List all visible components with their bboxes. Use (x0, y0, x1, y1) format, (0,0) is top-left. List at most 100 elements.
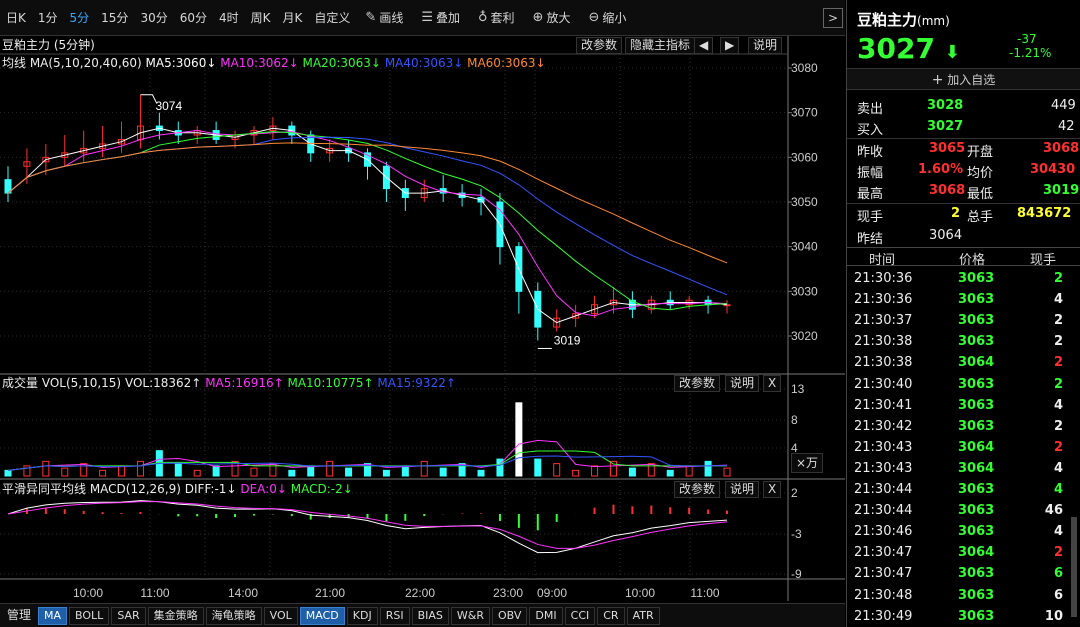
indicator-wr-tab[interactable]: W&R (450, 606, 491, 625)
indicator-macd-tab[interactable]: MACD (299, 606, 345, 625)
volume-bar (4, 469, 12, 477)
volume-bar (666, 469, 674, 477)
volume-bar (515, 402, 523, 477)
tick-time: 21:30:43 (854, 439, 913, 455)
overlay-button[interactable]: ☰ 叠加 (412, 0, 469, 36)
main-help-button[interactable]: 说明 (748, 37, 783, 54)
indicator-cr-tab[interactable]: CR (597, 606, 625, 625)
indicator-dmi-tab[interactable]: DMI (529, 606, 563, 625)
high-label: 3074 (155, 99, 182, 113)
period-5min[interactable]: 5分 (64, 0, 96, 36)
vol-params-button[interactable]: 改参数 (674, 375, 721, 392)
tick-price: 3064 (958, 460, 995, 476)
quote-row: 昨结 3064 (847, 226, 1080, 247)
period-1min[interactable]: 1分 (32, 0, 64, 36)
period-month[interactable]: 月K (277, 0, 309, 36)
indicator-kdj-tab[interactable]: KDJ (346, 606, 378, 625)
period-15min[interactable]: 15分 (95, 0, 134, 36)
chart-area[interactable]: 3080 3070 3060 3050 3040 3030 3020 3074 3019 13 8 4… (0, 36, 845, 601)
main-params-button[interactable]: 改参数 (576, 37, 623, 54)
indicator-ma-tab[interactable]: MA (38, 606, 68, 625)
draw-line-button[interactable]: ✎ 画线 (356, 0, 412, 36)
indicator-bias-tab[interactable]: BIAS (411, 606, 449, 625)
quote-amp-label: 振幅 (857, 166, 884, 181)
tick-time: 21:30:38 (854, 355, 913, 371)
tick-price: 3063 (958, 271, 995, 286)
ticks-header-time: 时间 (869, 253, 896, 268)
indicator-obv-tab[interactable]: OBV (492, 606, 528, 625)
arbitrage-button[interactable]: ♁ 套利 (469, 0, 524, 36)
quote-divider (847, 203, 1080, 204)
volume-bar (439, 467, 447, 477)
vol-close-button[interactable]: X (763, 375, 782, 392)
macd-title: 平滑异同平均线 MACD(12,26,9) (2, 482, 181, 496)
ma60-value: MA60:3063↓ (467, 56, 546, 70)
tick-price: 3063 (958, 292, 995, 308)
vol-help-button[interactable]: 说明 (725, 375, 760, 392)
toolbar-more-button[interactable]: > (823, 8, 843, 28)
tick-price: 3063 (958, 334, 995, 350)
vol-ma10: MA10:10775↑ (287, 376, 374, 390)
macd-tick-label: -9 (791, 567, 802, 581)
indicator-rsi-tab[interactable]: RSI (379, 606, 410, 625)
ticks-header-vol: 现手 (1030, 253, 1057, 268)
indicator--tab[interactable]: 集金策略 (147, 606, 204, 625)
main-panel-title: 豆粕主力 (5分钟) (2, 38, 95, 52)
price-tick-label: 3020 (791, 329, 818, 343)
quote-row: 卖出 3028 449 (847, 96, 1080, 117)
macd-params-button[interactable]: 改参数 (674, 481, 721, 498)
indicator--tab[interactable]: 海龟策略 (205, 606, 262, 625)
indicator-bar: 管理 MA BOLL SAR 集金策略 海龟策略 VOL MACD KDJ RSI BIAS W&R O… (0, 603, 845, 627)
indicator-atr-tab[interactable]: ATR (626, 606, 660, 625)
plus-icon: + (931, 72, 944, 88)
period-30min[interactable]: 30分 (134, 0, 173, 36)
indicator-manage-tab[interactable]: 管理 (2, 607, 36, 625)
tick-vol: 2 (1053, 355, 1063, 371)
macd-close-button[interactable]: X (763, 481, 782, 498)
price-tick-label: 3030 (791, 284, 818, 298)
tick-vol: 2 (1053, 439, 1063, 455)
tick-row: 21:30:40 3063 2 (847, 375, 1080, 396)
zoom-out-button[interactable]: ⊖ 缩小 (579, 0, 635, 36)
quote-sell-vol: 449 (1051, 98, 1076, 113)
vol-value: VOL:18362↑ (124, 376, 202, 390)
quote-prev-settle-label: 昨结 (857, 232, 884, 247)
ticks-scrollbar[interactable] (1071, 517, 1077, 617)
down-arrow-icon: ⬇ (944, 42, 960, 63)
quote-total-vol: 843672 (1017, 206, 1072, 221)
period-60min[interactable]: 60分 (174, 0, 213, 36)
tick-time: 21:30:43 (854, 460, 913, 476)
tick-row: 21:30:42 3063 2 (847, 417, 1080, 438)
ma-legend: 均线 MA(5,10,20,40,60) MA5:3060↓ MA10:3062… (2, 55, 546, 72)
period-4h[interactable]: 4时 (213, 0, 245, 36)
indicator-cci-tab[interactable]: CCI (564, 606, 596, 625)
tick-price: 3063 (958, 587, 995, 603)
hide-indicator-button[interactable]: 隐藏主指标 (625, 37, 696, 54)
quote-avg-label: 均价 (967, 166, 994, 181)
period-week[interactable]: 周K (245, 0, 277, 36)
macd-help-button[interactable]: 说明 (725, 481, 760, 498)
chart-bg (0, 36, 845, 601)
scroll-left-button[interactable]: ◀ (694, 37, 714, 54)
add-watchlist-button[interactable]: + 加入自选 (847, 68, 1080, 90)
indicator-vol-tab[interactable]: VOL (263, 606, 298, 625)
period-custom[interactable]: 自定义 (308, 0, 356, 36)
scroll-right-button[interactable]: ▶ (720, 37, 740, 54)
tick-price: 3063 (958, 397, 995, 413)
tick-price: 3063 (958, 313, 995, 329)
macd-tick-label: 2 (791, 486, 798, 500)
zoom-in-button[interactable]: ⊕ 放大 (524, 0, 580, 36)
quote-total-vol-label: 总手 (967, 210, 994, 225)
tick-time: 21:30:47 (854, 545, 913, 561)
period-day[interactable]: 日K (0, 0, 32, 36)
zoom-out-icon: ⊖ (588, 10, 600, 25)
tick-time: 21:30:38 (854, 334, 913, 350)
quote-open-label: 开盘 (967, 145, 994, 160)
tick-row: 21:30:44 3063 46 (847, 501, 1080, 522)
tick-row: 21:30:38 3064 2 (847, 353, 1080, 374)
vol-legend: 成交量 VOL(5,10,15) VOL:18362↑ MA5:16916↑ M… (2, 375, 456, 392)
vol-unit-label: ×万 (791, 453, 824, 473)
indicator-sar-tab[interactable]: SAR (111, 606, 146, 625)
tick-row: 21:30:36 3063 4 (847, 290, 1080, 311)
indicator-boll-tab[interactable]: BOLL (69, 606, 110, 625)
